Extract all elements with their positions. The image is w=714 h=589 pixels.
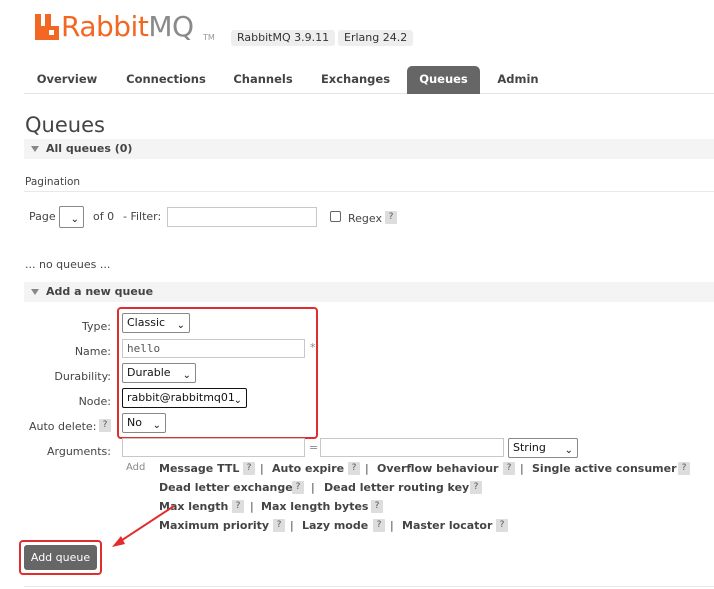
annotation-highlight-box: [117, 307, 318, 439]
filter-input[interactable]: [167, 207, 317, 227]
arg-max-length-bytes[interactable]: Max length bytes: [261, 500, 368, 513]
add-queue-section-label: Add a new queue: [46, 285, 154, 298]
arg-dead-letter-routing-key[interactable]: Dead letter routing key: [324, 481, 469, 494]
argument-key-input[interactable]: [122, 438, 305, 457]
help-icon[interactable]: ?: [292, 481, 304, 494]
regex-label: Regex: [348, 212, 382, 225]
divider: [24, 191, 714, 192]
separator: |: [365, 462, 369, 475]
help-icon[interactable]: ?: [373, 519, 385, 532]
chevron-down-icon: ⌄: [70, 214, 79, 225]
auto-delete-help-icon[interactable]: ?: [99, 419, 111, 432]
tab-connections[interactable]: Connections: [120, 66, 212, 94]
arg-dead-letter-exchange[interactable]: Dead letter exchange: [159, 481, 293, 494]
collapse-triangle-icon: [31, 146, 39, 152]
name-label: Name:: [74, 345, 111, 358]
help-icon[interactable]: ?: [503, 462, 515, 475]
arguments-label: Arguments:: [46, 445, 111, 458]
page-title: Queues: [25, 113, 105, 137]
help-icon[interactable]: ?: [243, 462, 255, 475]
version-badge: RabbitMQ 3.9.11: [231, 30, 336, 46]
help-icon[interactable]: ?: [496, 519, 508, 532]
tab-queues[interactable]: Queues: [407, 66, 480, 94]
arg-message-ttl[interactable]: Message TTL: [159, 462, 239, 475]
page-select[interactable]: ⌄: [59, 206, 84, 228]
help-icon[interactable]: ?: [371, 500, 383, 513]
collapse-triangle-icon: [31, 289, 39, 295]
help-icon[interactable]: ?: [348, 462, 360, 475]
tab-exchanges[interactable]: Exchanges: [314, 66, 397, 94]
argument-value-input[interactable]: [320, 438, 504, 457]
all-queues-toggle[interactable]: All queues (0): [24, 139, 714, 159]
help-icon[interactable]: ?: [232, 500, 244, 513]
add-queue-button[interactable]: Add queue: [24, 545, 97, 570]
separator: |: [311, 481, 315, 494]
page-of-label: of 0: [93, 210, 115, 223]
pagination-heading: Pagination: [25, 176, 81, 188]
logo-trademark: TM: [203, 33, 215, 42]
regex-help-icon[interactable]: ?: [385, 211, 397, 224]
durability-label: Durability:: [54, 370, 111, 383]
erlang-badge: Erlang 24.2: [338, 30, 414, 46]
arg-auto-expire[interactable]: Auto expire: [272, 462, 344, 475]
tab-admin[interactable]: Admin: [489, 66, 547, 94]
rabbitmq-logo-icon: [35, 14, 59, 40]
chevron-down-icon: ⌄: [564, 445, 573, 456]
separator: |: [390, 519, 394, 532]
separator: |: [260, 462, 264, 475]
filter-label: - Filter:: [123, 210, 162, 223]
arg-lazy-mode[interactable]: Lazy mode: [302, 519, 368, 532]
separator: |: [250, 500, 254, 513]
main-nav: Overview Connections Channels Exchanges …: [24, 66, 714, 94]
tab-overview[interactable]: Overview: [27, 66, 107, 94]
regex-checkbox[interactable]: [330, 211, 341, 222]
divider: [24, 586, 714, 587]
separator: |: [520, 462, 524, 475]
argument-type-value: String: [513, 441, 546, 454]
rabbitmq-logo-text: RabbitMQ: [61, 10, 194, 43]
no-queues-message: ... no queues ...: [25, 258, 111, 271]
help-icon[interactable]: ?: [273, 519, 285, 532]
node-label: Node:: [78, 395, 111, 408]
annotation-arrow: [112, 505, 175, 547]
arg-overflow-behaviour[interactable]: Overflow behaviour: [377, 462, 498, 475]
help-icon[interactable]: ?: [470, 481, 482, 494]
auto-delete-label: Auto delete:: [29, 420, 97, 433]
tab-channels[interactable]: Channels: [224, 66, 302, 94]
separator: |: [290, 519, 294, 532]
help-icon[interactable]: ?: [678, 462, 690, 475]
type-label: Type:: [82, 320, 111, 333]
add-label: Add: [126, 462, 146, 473]
arguments-equals: =: [309, 441, 319, 454]
arg-single-active-consumer[interactable]: Single active consumer: [532, 462, 677, 475]
page-label: Page: [29, 210, 56, 223]
all-queues-label: All queues (0): [46, 142, 133, 155]
add-queue-toggle[interactable]: Add a new queue: [24, 282, 714, 302]
arg-master-locator[interactable]: Master locator: [402, 519, 492, 532]
argument-type-select[interactable]: String ⌄: [508, 438, 578, 458]
